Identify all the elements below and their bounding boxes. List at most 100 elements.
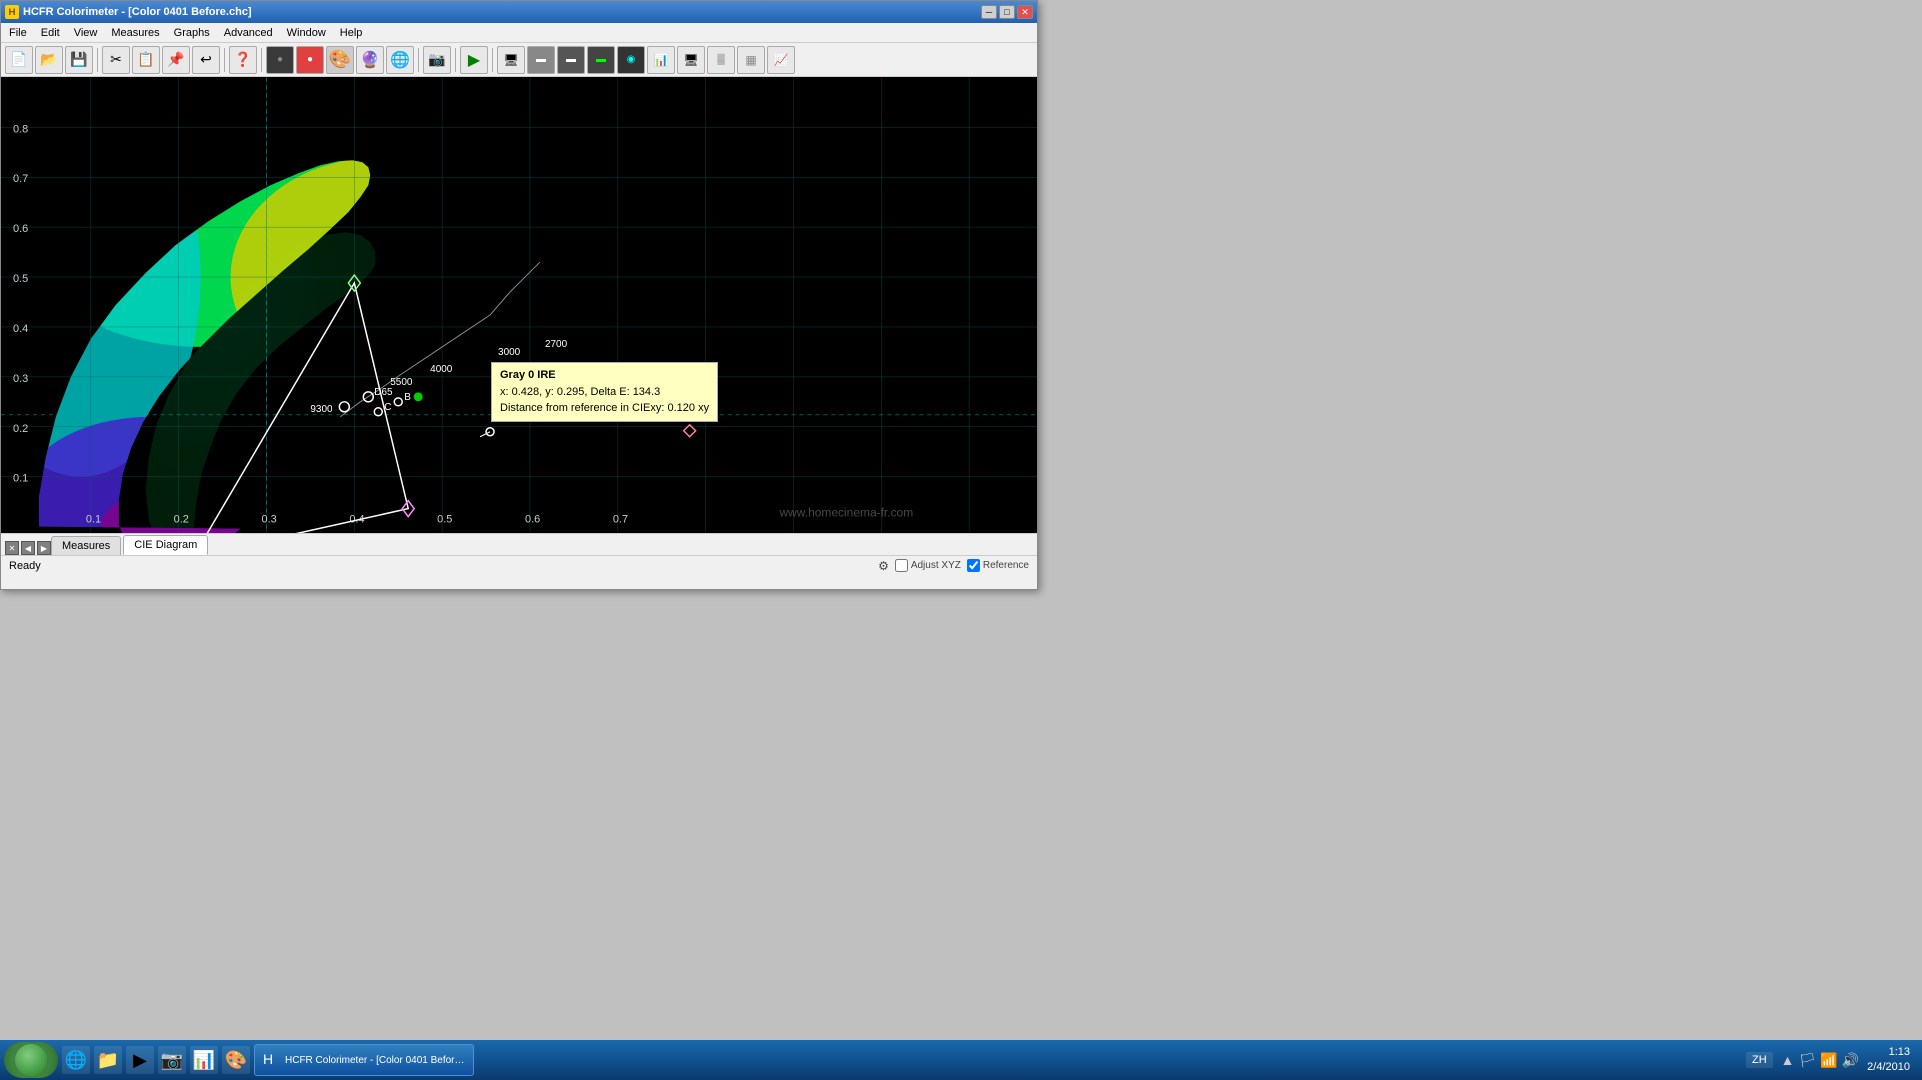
quicklaunch-folder[interactable]: 📁 [94,1046,122,1074]
tab-prev-button[interactable]: ◀ [21,541,35,555]
menu-window[interactable]: Window [281,25,332,41]
svg-text:www.homecinema-fr.com: www.homecinema-fr.com [778,506,913,520]
capture-button[interactable]: 📷 [423,46,451,74]
adjust-xyz-label[interactable]: Adjust XYZ [895,559,961,572]
toolbar-separator-6 [492,48,493,72]
svg-text:0.3: 0.3 [13,373,28,385]
svg-text:0.2: 0.2 [174,514,189,526]
clock-date: 2/4/2010 [1867,1060,1910,1075]
svg-text:0.4: 0.4 [13,323,28,335]
tray-icons: ▲ 🏳 📶 🔊 [1781,1052,1860,1069]
taskbar-window-button[interactable]: H HCFR Colorimeter - [Color 0401 Before.… [254,1044,474,1076]
start-orb-icon [13,1042,49,1078]
language-indicator[interactable]: ZH [1746,1052,1773,1068]
color-button-4[interactable]: 🔮 [356,46,384,74]
minimize-button[interactable]: ─ [981,5,997,19]
quicklaunch-chart[interactable]: 📊 [190,1046,218,1074]
menu-view[interactable]: View [68,25,104,41]
svg-text:0.5: 0.5 [13,273,28,285]
close-button[interactable]: ✕ [1017,5,1033,19]
monitor-btn-9[interactable]: ▦ [737,46,765,74]
svg-text:D65: D65 [374,387,393,398]
tray-arrow-icon[interactable]: ▲ [1781,1052,1795,1068]
settings-icon: ⚙ [878,559,889,573]
monitor-btn-5[interactable]: ◉ [617,46,645,74]
monitor-btn-10[interactable]: 📈 [767,46,795,74]
color-button-1[interactable]: ● [266,46,294,74]
quicklaunch-photo[interactable]: 📷 [158,1046,186,1074]
menu-measures[interactable]: Measures [105,25,165,41]
monitor-btn-7[interactable]: 🖥 [677,46,705,74]
status-text: Ready [9,560,41,572]
menu-graphs[interactable]: Graphs [168,25,216,41]
main-window: H HCFR Colorimeter - [Color 0401 Before.… [0,0,1038,590]
cut-button[interactable]: ✂ [102,46,130,74]
new-button[interactable]: 📄 [5,46,33,74]
svg-text:0.1: 0.1 [86,514,101,526]
svg-text:0.2: 0.2 [13,423,28,435]
data-tooltip: Gray 0 IRE x: 0.428, y: 0.295, Delta E: … [491,362,718,422]
menu-file[interactable]: File [3,25,33,41]
reference-label[interactable]: Reference [967,559,1029,572]
monitor-btn-2[interactable]: ▬ [527,46,555,74]
quicklaunch-ie[interactable]: 🌐 [62,1046,90,1074]
svg-text:0.8: 0.8 [13,123,28,135]
window-title: HCFR Colorimeter - [Color 0401 Before.ch… [23,6,252,18]
tray-flag-icon[interactable]: 🏳 [1799,1052,1817,1069]
adjust-xyz-checkbox[interactable] [895,559,908,572]
status-bar: Ready ⚙ Adjust XYZ Reference [1,555,1037,575]
svg-text:0.6: 0.6 [525,514,540,526]
menu-edit[interactable]: Edit [35,25,66,41]
monitor-btn-3[interactable]: ▬ [557,46,585,74]
svg-text:C: C [384,402,391,413]
system-clock[interactable]: 1:13 2/4/2010 [1867,1045,1910,1076]
clock-time: 1:13 [1867,1045,1910,1060]
svg-text:4000: 4000 [430,364,453,375]
save-button[interactable]: 💾 [65,46,93,74]
tab-next-button[interactable]: ▶ [37,541,51,555]
toolbar-separator-4 [418,48,419,72]
tray-network-icon[interactable]: 📶 [1820,1052,1837,1069]
maximize-button[interactable]: □ [999,5,1015,19]
paste-button[interactable]: 📌 [162,46,190,74]
copy-button[interactable]: 📋 [132,46,160,74]
color-button-5[interactable]: 🌐 [386,46,414,74]
start-button[interactable] [4,1042,58,1078]
svg-text:2700: 2700 [545,339,568,350]
tab-navigation: ✕ ◀ ▶ [5,541,51,555]
tab-measures[interactable]: Measures [51,536,121,555]
menu-advanced[interactable]: Advanced [218,25,279,41]
undo-button[interactable]: ↩ [192,46,220,74]
tab-cie-diagram[interactable]: CIE Diagram [123,535,208,555]
taskbar-app-icon: H [263,1051,281,1069]
svg-text:0.5: 0.5 [437,514,452,526]
play-button[interactable]: ▶ [460,46,488,74]
system-tray: ZH ▲ 🏳 📶 🔊 1:13 2/4/2010 [1738,1045,1918,1076]
tray-volume-icon[interactable]: 🔊 [1842,1052,1859,1069]
toolbar-separator-3 [261,48,262,72]
tab-bar: ✕ ◀ ▶ Measures CIE Diagram [1,533,1037,555]
toolbar-separator-1 [97,48,98,72]
taskbar-window-title: HCFR Colorimeter - [Color 0401 Before.ch… [285,1055,465,1066]
tooltip-line2: Distance from reference in CIExy: 0.120 … [500,402,709,414]
reference-text: Reference [983,560,1029,571]
svg-text:0.3: 0.3 [261,514,276,526]
reference-checkbox[interactable] [967,559,980,572]
quicklaunch-media[interactable]: ▶ [126,1046,154,1074]
cie-diagram-svg: 0.8 0.7 0.6 0.5 0.4 0.3 0.2 0.1 0.1 0.2 … [1,77,1037,533]
quicklaunch-palette[interactable]: 🎨 [222,1046,250,1074]
svg-text:0.1: 0.1 [13,473,28,485]
menu-help[interactable]: Help [334,25,369,41]
help-button[interactable]: ❓ [229,46,257,74]
adjust-xyz-text: Adjust XYZ [911,560,961,571]
open-button[interactable]: 📂 [35,46,63,74]
window-controls: ─ □ ✕ [981,5,1033,19]
monitor-btn-8[interactable]: ▓ [707,46,735,74]
monitor-btn-1[interactable]: 🖥 [497,46,525,74]
color-button-3[interactable]: 🎨 [326,46,354,74]
color-button-2[interactable]: ● [296,46,324,74]
monitor-btn-4[interactable]: ▬ [587,46,615,74]
svg-text:9300: 9300 [310,404,333,415]
tab-back-button[interactable]: ✕ [5,541,19,555]
monitor-btn-6[interactable]: 📊 [647,46,675,74]
